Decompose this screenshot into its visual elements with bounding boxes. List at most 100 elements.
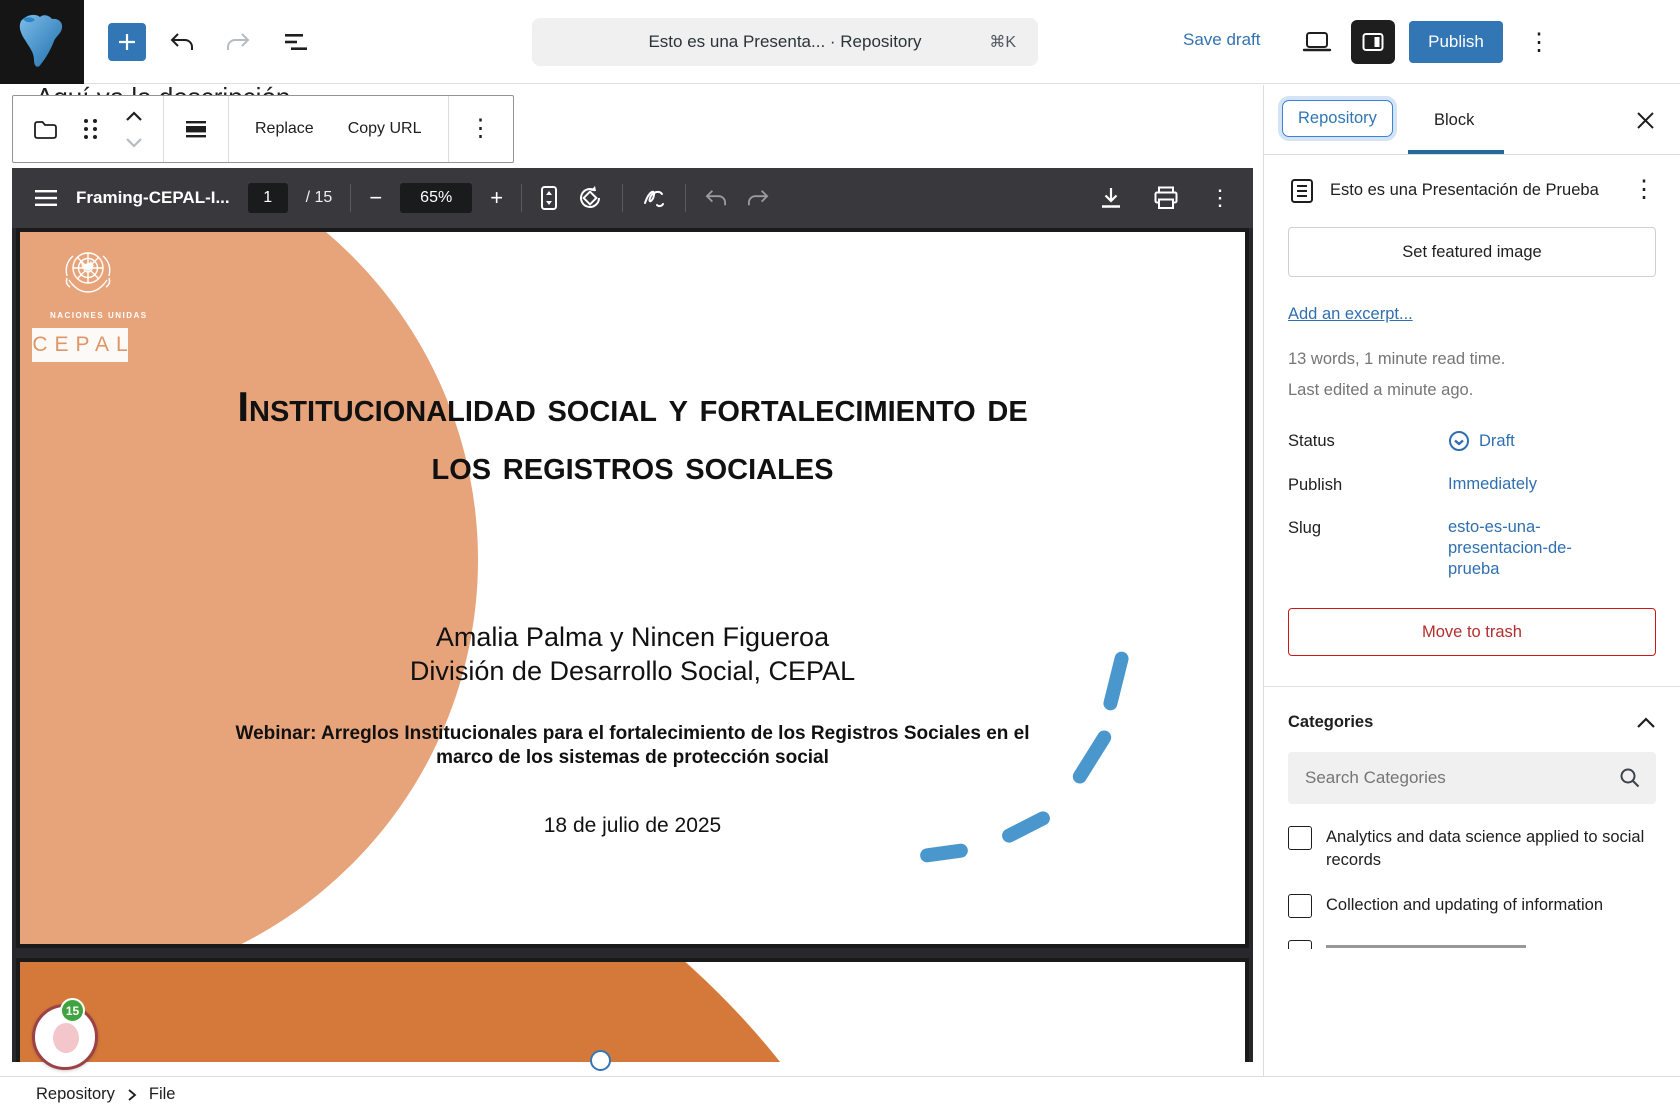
active-tab-indicator [1408,150,1504,154]
un-emblem: NACIONES UNIDAS [50,242,126,320]
zoom-in-button[interactable]: + [490,187,503,209]
rotate-button[interactable] [576,184,604,212]
publish-label: Publish [1288,474,1448,495]
category-checkbox[interactable] [1288,940,1312,949]
draw-button[interactable] [641,185,667,211]
kebab-icon: ⋮ [469,117,493,141]
block-toolbar-group-actions: Replace Copy URL [229,96,449,162]
pdf-redo-button[interactable] [746,188,770,208]
kebab-icon: ⋮ [1209,187,1231,209]
add-excerpt-link[interactable]: Add an excerpt... [1288,305,1413,324]
set-featured-image-button[interactable]: Set featured image [1288,227,1656,277]
save-draft-button[interactable]: Save draft [1183,30,1261,50]
category-label: Analytics and data science applied to so… [1326,826,1656,872]
zoom-out-button[interactable]: − [369,187,382,209]
top-bar: Esto es una Presenta... · Repository ⌘K … [0,0,1680,84]
south-america-icon [13,11,71,73]
pdf-options-button[interactable]: ⋮ [1209,187,1231,209]
align-button[interactable] [176,105,216,153]
document-options-button[interactable]: ⋮ [1632,177,1656,203]
slide-authors: Amalia Palma y Nincen Figueroa División … [20,620,1245,688]
chevron-right-icon [127,1088,137,1102]
block-toolbar-group-align [164,96,229,162]
divider [350,184,351,212]
close-sidebar-button[interactable] [1630,105,1660,135]
block-toolbar-group-main [13,96,164,162]
command-shortcut: ⌘K [989,32,1016,52]
folder-icon [32,118,58,140]
pdf-menu-button[interactable] [34,189,58,207]
command-bar-title: Esto es una Presenta... · Repository [648,32,921,52]
webinar-line-2: marco de los sistemas de protección soci… [20,746,1245,770]
slide2-orange-circle [16,958,954,1062]
breadcrumb-bar: Repository File [0,1076,1680,1112]
kebab-icon: ⋮ [1527,31,1551,55]
drag-handle[interactable] [71,105,111,153]
sidebar-toggle-button[interactable] [1351,20,1395,64]
block-options-button[interactable]: ⋮ [461,105,501,153]
cepal-logo[interactable] [0,0,84,84]
un-globe-icon [57,242,119,304]
search-icon [1618,766,1642,790]
slug-label: Slug [1288,517,1448,580]
avatar-image [53,1023,79,1053]
categories-search [1288,752,1656,804]
kebab-icon: ⋮ [1632,176,1656,203]
move-down-button[interactable] [117,129,151,155]
block-resize-handle[interactable] [590,1050,611,1071]
fit-page-button[interactable] [540,185,558,211]
redo-button[interactable] [222,26,254,58]
print-button[interactable] [1153,186,1179,210]
align-icon [183,118,209,140]
page-count: / 15 [306,189,333,207]
search-categories-input[interactable] [1288,752,1656,804]
page-number-input[interactable]: 1 [248,183,288,213]
editor-options-button[interactable]: ⋮ [1524,28,1554,58]
zoom-level[interactable]: 65% [400,183,472,213]
pdf-embed-block[interactable]: Framing-CEPAL-I... 1 / 15 − 65% + [12,168,1253,1062]
divider [622,184,623,212]
close-icon [1636,111,1655,130]
fit-page-icon [540,185,558,211]
slug-value-button[interactable]: esto-es-una-presentacion-de-prueba [1448,517,1618,580]
command-bar[interactable]: Esto es una Presenta... · Repository ⌘K [532,18,1038,66]
undo-button[interactable] [166,26,198,58]
status-value-button[interactable]: Draft [1448,430,1515,452]
publish-value-button[interactable]: Immediately [1448,474,1537,495]
pdf-undo-button[interactable] [704,188,728,208]
category-option-row: Analytics and data science applied to so… [1288,826,1656,872]
slug-row: Slug esto-es-una-presentacion-de-prueba [1288,517,1656,580]
copy-url-button[interactable]: Copy URL [334,105,436,153]
add-block-button[interactable] [108,23,146,61]
categories-panel-toggle[interactable]: Categories [1288,713,1656,732]
sidebar-body: Esto es una Presentación de Prueba ⋮ Set… [1264,177,1680,949]
document-title: Esto es una Presentación de Prueba [1330,177,1618,205]
cepal-wordmark: CEPAL [32,328,128,362]
document-overview-button[interactable] [280,26,312,58]
category-label: Collection and updating of information [1326,894,1603,917]
word-count-text: 13 words, 1 minute read time. [1288,344,1656,375]
drag-handle-icon [84,119,98,139]
undo-icon [704,188,728,208]
tab-block[interactable]: Block [1426,107,1482,134]
download-button[interactable] [1099,186,1123,210]
divider [521,184,522,212]
tab-repository[interactable]: Repository [1282,100,1393,137]
move-to-trash-button[interactable]: Move to trash [1288,608,1656,656]
list-view-icon [283,31,309,53]
slide-title: Institucionalidad social y fortalecimien… [223,378,1043,494]
status-row: Status Draft [1288,430,1656,452]
replace-button[interactable]: Replace [241,105,328,153]
breadcrumb-file[interactable]: File [149,1085,176,1104]
publish-button[interactable]: Publish [1409,21,1503,63]
move-up-button[interactable] [117,103,151,129]
breadcrumb-repository[interactable]: Repository [36,1085,115,1104]
category-checkbox[interactable] [1288,826,1312,850]
category-checkbox[interactable] [1288,894,1312,918]
webinar-line-1: Webinar: Arreglos Institucionales para e… [20,722,1245,746]
redo-icon [225,31,251,53]
file-block-button[interactable] [25,105,65,153]
preview-button[interactable] [1300,26,1334,58]
blue-swoosh-dash [919,843,968,864]
editor-screen: Esto es una Presenta... · Repository ⌘K … [0,0,1680,1112]
